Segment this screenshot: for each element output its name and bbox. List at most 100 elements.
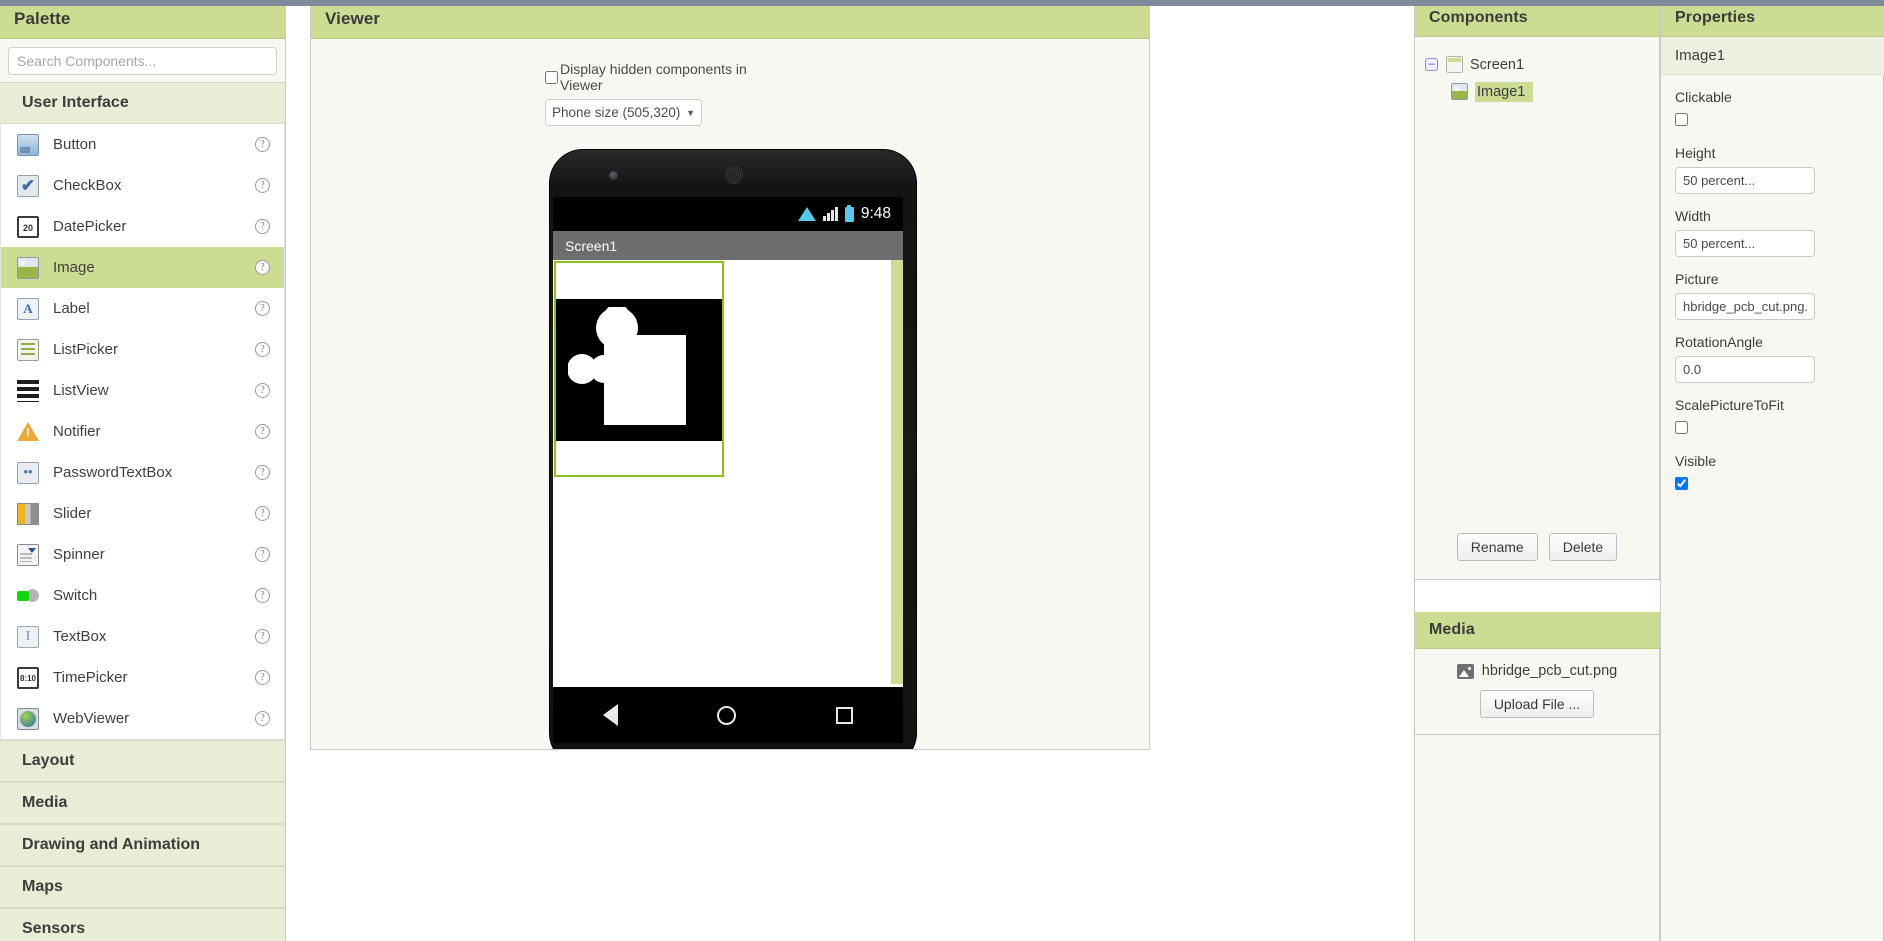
palette-category-user-interface[interactable]: User Interface (0, 82, 285, 124)
component-tree: – Screen1 Image1 (1415, 37, 1659, 521)
palette-item-button[interactable]: Button ? (0, 124, 285, 165)
spinner-icon (17, 543, 39, 566)
palette-item-spinner[interactable]: Spinner ? (0, 534, 285, 575)
palette-item-image[interactable]: Image ? (0, 247, 285, 288)
help-icon[interactable]: ? (255, 137, 270, 152)
form-area[interactable] (553, 260, 903, 687)
palette-item-notifier[interactable]: Notifier ? (0, 411, 285, 452)
palette-item-listview[interactable]: ListView ? (0, 370, 285, 411)
help-icon[interactable]: ? (255, 588, 270, 603)
palette-item-timepicker[interactable]: 8:10 TimePicker ? (0, 657, 285, 698)
media-image-icon (1456, 663, 1474, 679)
top-chrome-bar (0, 0, 1884, 6)
properties-panel: Properties Image1 Clickable Height Width… (1660, 0, 1884, 941)
collapse-toggle-icon[interactable]: – (1425, 58, 1438, 71)
textbox-icon: I (17, 625, 39, 648)
datepicker-icon: 20 (17, 215, 39, 238)
tree-item-label: Image1 (1475, 81, 1534, 102)
palette-viewer-gutter (286, 0, 298, 941)
help-icon[interactable]: ? (255, 424, 270, 439)
palette-category-maps[interactable]: Maps (0, 866, 285, 908)
width-field[interactable] (1675, 230, 1815, 257)
clickable-checkbox[interactable] (1675, 113, 1688, 126)
media-title: Media (1415, 612, 1659, 649)
components-column: Components – Screen1 Image1 Rename Delet… (1414, 0, 1660, 941)
viewer-canvas[interactable]: Display hidden components in Viewer Phon… (311, 39, 1149, 749)
help-icon[interactable]: ? (255, 383, 270, 398)
palette-item-slider[interactable]: Slider ? (0, 493, 285, 534)
android-nav-bar (553, 687, 903, 743)
palette-item-listpicker[interactable]: ListPicker ? (0, 329, 285, 370)
palette-category-sensors[interactable]: Sensors (0, 908, 285, 941)
image1-component[interactable] (554, 261, 724, 477)
delete-button[interactable]: Delete (1548, 533, 1618, 561)
visible-checkbox[interactable] (1675, 477, 1688, 490)
picture-preview (556, 299, 722, 441)
viewer-panel: Viewer Display hidden components in View… (310, 0, 1150, 750)
rename-button[interactable]: Rename (1456, 533, 1538, 561)
property-width: Width (1675, 208, 1869, 257)
help-icon[interactable]: ? (255, 342, 270, 357)
tree-item-image1[interactable]: Image1 (1425, 78, 1649, 105)
camera-icon (609, 171, 618, 180)
palette-item-label: Switch (53, 587, 98, 604)
help-icon[interactable]: ? (255, 219, 270, 234)
palette-panel: Palette User Interface Button ? CheckBox… (0, 0, 286, 941)
palette-item-textbox[interactable]: I TextBox ? (0, 616, 285, 657)
help-icon[interactable]: ? (255, 547, 270, 562)
palette-item-label: TimePicker (53, 669, 128, 686)
palette-item-label: TextBox (53, 628, 107, 645)
display-hidden-components-checkbox[interactable] (545, 70, 558, 84)
palette-item-checkbox[interactable]: CheckBox ? (0, 165, 285, 206)
listpicker-icon (17, 338, 39, 361)
display-hidden-components-row[interactable]: Display hidden components in Viewer (545, 61, 785, 93)
display-hidden-components-label: Display hidden components in Viewer (560, 61, 747, 93)
back-icon[interactable] (602, 704, 618, 726)
property-label: Picture (1675, 271, 1719, 287)
battery-icon (844, 204, 854, 222)
image-icon (17, 256, 39, 279)
palette-category-drawing-and-animation[interactable]: Drawing and Animation (0, 824, 285, 866)
help-icon[interactable]: ? (255, 506, 270, 521)
palette-item-label: ListView (53, 382, 109, 399)
search-components-input[interactable] (8, 47, 277, 75)
slider-icon (17, 502, 39, 525)
property-label: ScalePictureToFit (1675, 397, 1784, 413)
media-panel: Media hbridge_pcb_cut.png Upload File ..… (1415, 612, 1660, 735)
help-icon[interactable]: ? (255, 178, 270, 193)
media-file-item[interactable]: hbridge_pcb_cut.png (1415, 663, 1659, 679)
upload-file-button[interactable]: Upload File ... (1479, 690, 1595, 718)
timepicker-icon: 8:10 (17, 666, 39, 689)
scalepicturetofit-checkbox[interactable] (1675, 421, 1688, 434)
property-height: Height (1675, 145, 1869, 194)
palette-user-interface-list: Button ? CheckBox ? 20 DatePicker ? Imag… (0, 124, 285, 740)
help-icon[interactable]: ? (255, 301, 270, 316)
palette-item-switch[interactable]: Switch ? (0, 575, 285, 616)
palette-item-label: Notifier (53, 423, 101, 440)
property-rotationangle: RotationAngle (1675, 334, 1869, 383)
palette-item-label: Button (53, 136, 97, 153)
palette-category-layout[interactable]: Layout (0, 740, 285, 782)
height-field[interactable] (1675, 167, 1815, 194)
palette-item-datepicker[interactable]: 20 DatePicker ? (0, 206, 285, 247)
home-icon[interactable] (717, 705, 737, 725)
palette-item-webviewer[interactable]: WebViewer ? (0, 698, 285, 739)
tree-item-screen1[interactable]: – Screen1 (1425, 51, 1649, 78)
rotationangle-field[interactable] (1675, 356, 1815, 383)
listview-icon (17, 379, 39, 402)
recent-apps-icon[interactable] (836, 706, 854, 724)
help-icon[interactable]: ? (255, 670, 270, 685)
palette-item-label[interactable]: A Label ? (0, 288, 285, 329)
help-icon[interactable]: ? (255, 465, 270, 480)
phone-size-dropdown[interactable]: Phone size (505,320) ▼ (545, 99, 702, 126)
palette-item-passwordtextbox[interactable]: PasswordTextBox ? (0, 452, 285, 493)
picture-field[interactable] (1675, 293, 1815, 320)
help-icon[interactable]: ? (255, 260, 270, 275)
palette-category-media[interactable]: Media (0, 782, 285, 824)
phone-size-value: Phone size (505,320) (552, 105, 681, 120)
help-icon[interactable]: ? (255, 629, 270, 644)
help-icon[interactable]: ? (255, 711, 270, 726)
phone-screen[interactable]: 9:48 Screen1 (553, 197, 903, 687)
palette-item-label: DatePicker (53, 218, 127, 235)
puzzle-piece-graphic (568, 307, 686, 425)
